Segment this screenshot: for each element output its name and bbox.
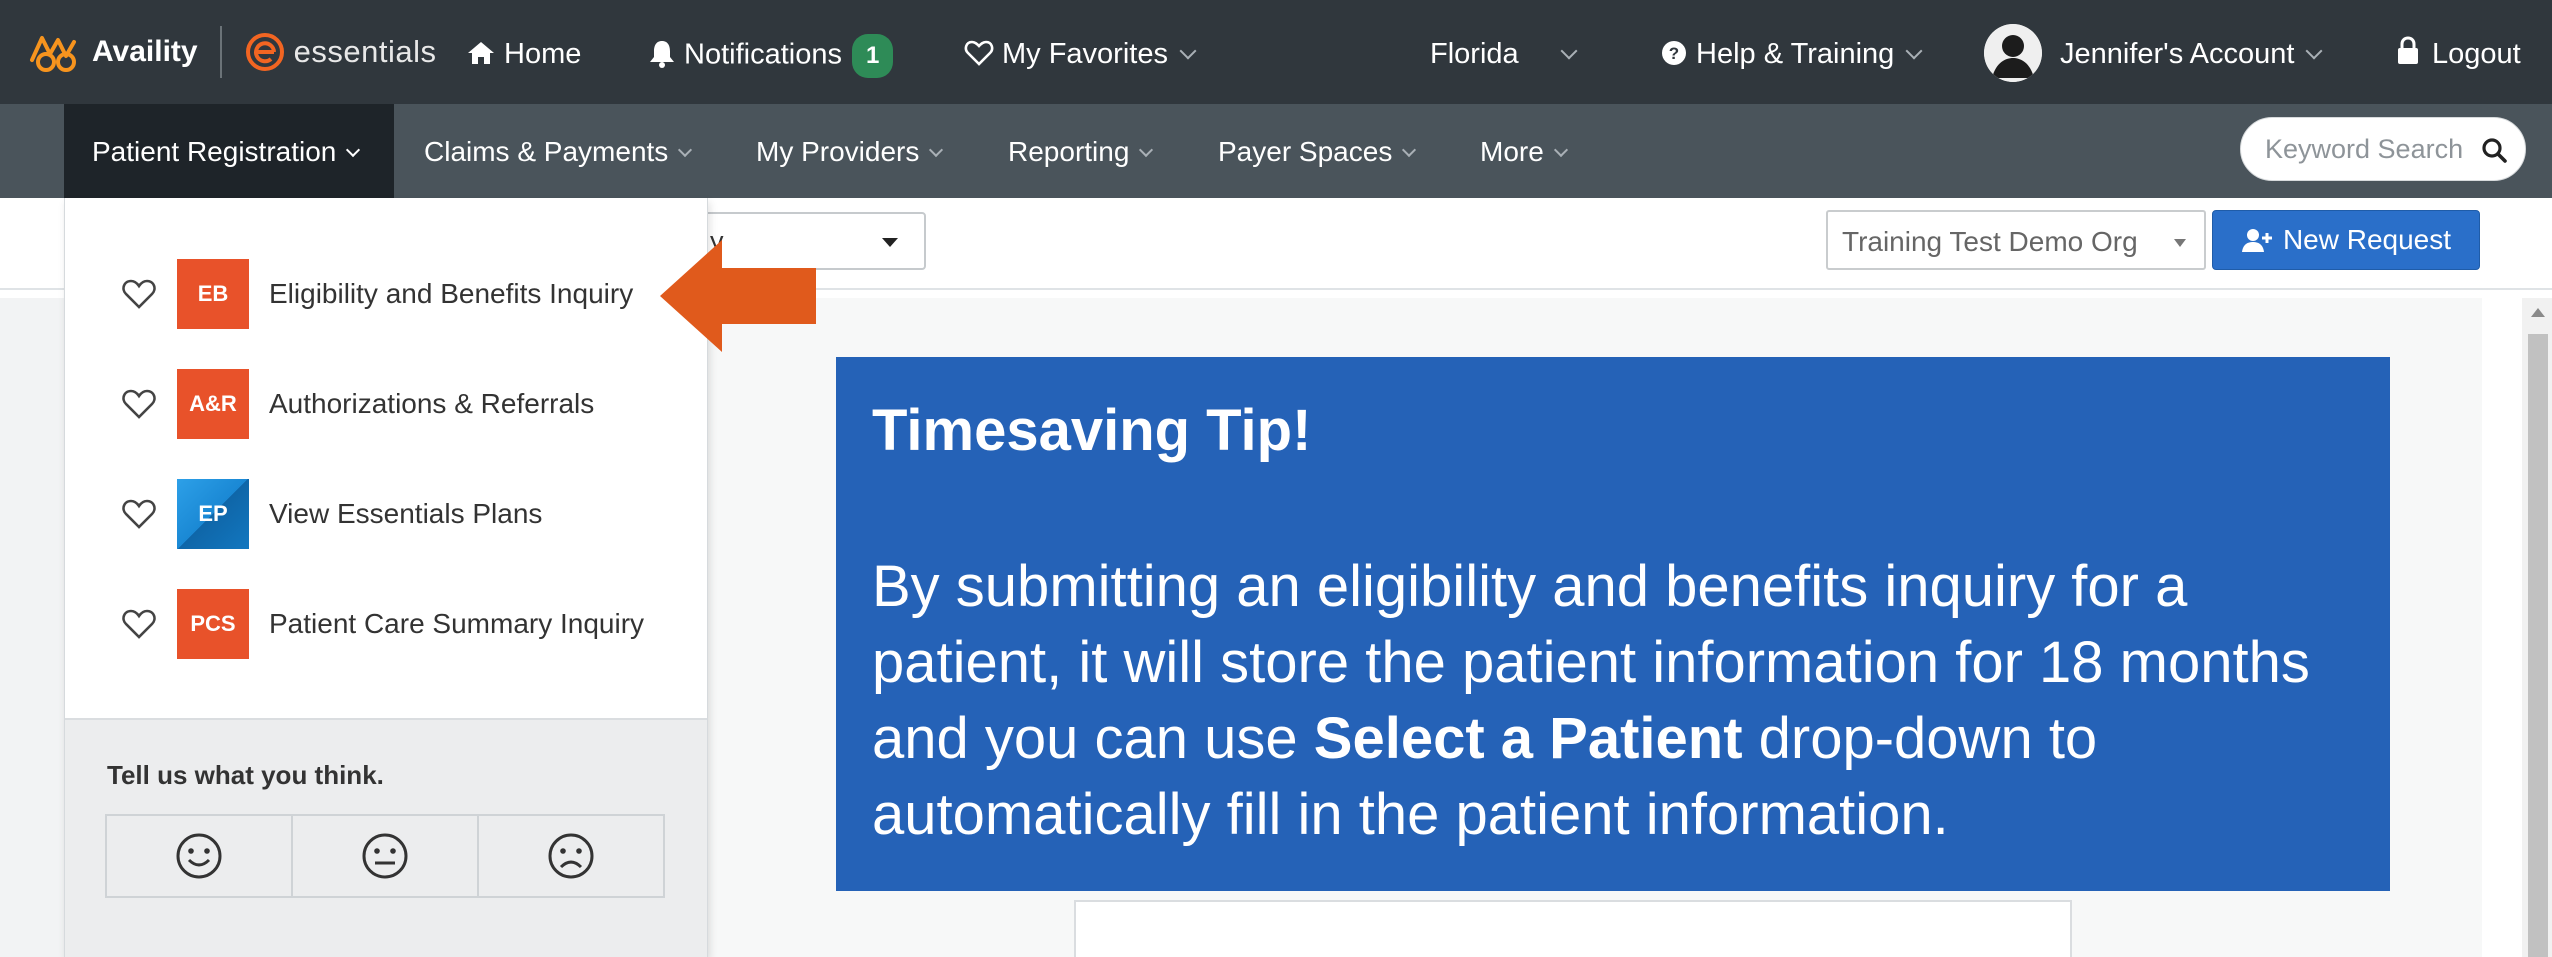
essentials-wordmark: essentials: [293, 34, 437, 69]
state-label: Florida: [1430, 38, 1519, 70]
tab-label: Reporting: [1008, 136, 1130, 167]
keyword-search-input[interactable]: [2265, 132, 2475, 166]
chevron-down-icon: [1560, 42, 1578, 60]
tip-heading: Timesaving Tip!: [872, 398, 1312, 463]
menu-item-patient-care-summary[interactable]: PCS Patient Care Summary Inquiry: [121, 588, 701, 660]
avatar[interactable]: [1984, 24, 2042, 82]
favorite-heart-icon[interactable]: [121, 277, 157, 311]
nav-help-training[interactable]: ? Help & Training: [1660, 34, 1923, 74]
notification-count-badge: 1: [851, 34, 894, 78]
brand-name: Availity: [92, 35, 198, 68]
lock-icon: [2398, 36, 2418, 65]
feedback-faces: [105, 814, 665, 898]
nav-home-label: Home: [504, 38, 582, 70]
chevron-down-icon: [678, 142, 693, 157]
chevron-down-icon: [346, 142, 361, 157]
scroll-up-arrow-icon[interactable]: [2531, 308, 2545, 317]
feedback-happy-button[interactable]: [107, 816, 293, 896]
nav-help-label: Help & Training: [1696, 38, 1895, 70]
feedback-panel: Tell us what you think.: [65, 718, 707, 957]
tab-payer-spaces[interactable]: Payer Spaces: [1218, 134, 1417, 170]
nav-home[interactable]: Home: [466, 34, 581, 74]
account-label: Jennifer's Account: [2060, 38, 2295, 70]
nav-notifications-label: Notifications: [684, 38, 842, 71]
menu-item-label: View Essentials Plans: [269, 498, 543, 529]
state-selector[interactable]: Florida: [1430, 34, 1578, 74]
organization-select[interactable]: Training Test Demo Org: [1826, 210, 2206, 270]
tab-label: Patient Registration: [92, 136, 337, 167]
logout-link[interactable]: Logout: [2396, 34, 2521, 74]
favorite-heart-icon[interactable]: [121, 607, 157, 641]
ar-tile-icon: A&R: [177, 369, 249, 439]
search-icon[interactable]: [2481, 137, 2507, 163]
feedback-prompt: Tell us what you think.: [107, 760, 384, 790]
patient-registration-menu: EB Eligibility and Benefits Inquiry A&R …: [64, 198, 708, 957]
top-bar: Availity essentials Home Notifications 1 …: [0, 0, 2552, 104]
account-menu[interactable]: Jennifer's Account: [2060, 34, 2323, 74]
vertical-scrollbar[interactable]: [2522, 298, 2552, 957]
menu-item-label: Eligibility and Benefits Inquiry: [269, 278, 634, 309]
menu-item-eligibility-benefits[interactable]: EB Eligibility and Benefits Inquiry: [121, 258, 701, 330]
chevron-down-icon: [1139, 142, 1154, 157]
main-nav: Patient Registration Claims & Payments M…: [0, 104, 2552, 198]
new-request-button[interactable]: New Request: [2212, 210, 2480, 270]
chevron-down-icon: [1905, 42, 1923, 60]
nav-my-favorites-label: My Favorites: [1002, 38, 1168, 70]
tab-my-providers[interactable]: My Providers: [756, 134, 944, 170]
caret-down-icon: [882, 238, 898, 247]
tab-more[interactable]: More: [1480, 134, 1568, 170]
menu-item-label: Authorizations & Referrals: [269, 388, 595, 419]
caret-down-icon: [2174, 239, 2186, 247]
feedback-neutral-button[interactable]: [293, 816, 479, 896]
logo-divider: [219, 26, 222, 78]
chevron-down-icon: [2305, 42, 2323, 60]
tab-claims-payments[interactable]: Claims & Payments: [424, 134, 693, 170]
pointer-arrow-icon: [660, 240, 816, 352]
feedback-sad-button[interactable]: [479, 816, 663, 896]
scrollbar-thumb[interactable]: [2528, 334, 2548, 957]
neutral-face-icon: [362, 833, 408, 879]
availity-logo-icon: [30, 36, 76, 72]
svg-text:?: ?: [1669, 44, 1679, 63]
keyword-search: [2240, 117, 2526, 181]
tip-body: By submitting an eligibility and benefit…: [872, 549, 2372, 853]
favorite-heart-icon[interactable]: [121, 497, 157, 531]
help-icon: ?: [1662, 41, 1686, 66]
organization-value: Training Test Demo Org: [1842, 226, 2138, 257]
pcs-tile-icon: PCS: [177, 589, 249, 659]
essentials-logo-icon: [245, 33, 284, 71]
home-icon: [468, 42, 494, 65]
chevron-down-icon: [1179, 42, 1197, 60]
user-avatar-icon: [1984, 24, 2042, 82]
heart-icon: [964, 41, 994, 67]
logo[interactable]: Availity essentials: [28, 22, 436, 82]
tab-label: Payer Spaces: [1218, 136, 1393, 167]
menu-item-label: Patient Care Summary Inquiry: [269, 608, 645, 639]
tip-body-bold: Select a Patient: [1313, 706, 1743, 771]
bell-icon: [650, 41, 674, 68]
timesaving-tip-callout: Timesaving Tip! By submitting an eligibi…: [836, 357, 2390, 891]
chevron-down-icon: [929, 142, 944, 157]
logout-label: Logout: [2432, 38, 2521, 70]
menu-item-authorizations-referrals[interactable]: A&R Authorizations & Referrals: [121, 368, 701, 440]
frown-icon: [548, 833, 594, 879]
form-card: [1074, 900, 2072, 957]
tab-reporting[interactable]: Reporting: [1008, 134, 1154, 170]
new-request-label: New Request: [2282, 224, 2452, 255]
nav-notifications[interactable]: Notifications 1: [648, 34, 894, 78]
menu-item-essentials-plans[interactable]: EP View Essentials Plans: [121, 478, 701, 550]
tab-label: My Providers: [756, 136, 920, 167]
tab-label: Claims & Payments: [424, 136, 669, 167]
eb-tile-icon: EB: [177, 259, 249, 329]
chevron-down-icon: [1553, 142, 1568, 157]
tab-label: More: [1480, 136, 1544, 167]
left-gutter: [0, 298, 64, 957]
favorite-heart-icon[interactable]: [121, 387, 157, 421]
chevron-down-icon: [1402, 142, 1417, 157]
nav-my-favorites[interactable]: My Favorites: [964, 34, 1197, 74]
ep-tile-icon: EP: [177, 479, 249, 549]
smile-icon: [176, 833, 222, 879]
tab-patient-registration[interactable]: Patient Registration: [92, 134, 361, 170]
add-user-icon: [2241, 229, 2272, 252]
